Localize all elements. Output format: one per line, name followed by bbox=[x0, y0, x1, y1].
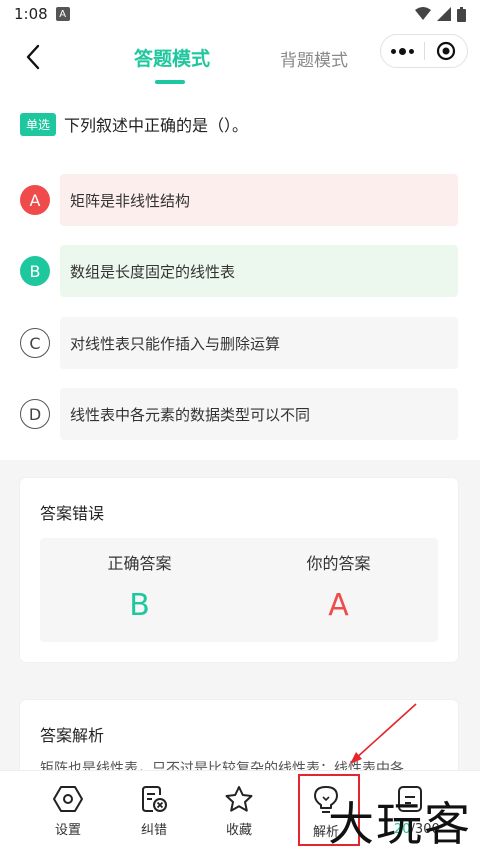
question-type-badge: 单选 bbox=[20, 112, 57, 136]
nav-bar: 答题模式 背题模式 bbox=[0, 28, 480, 88]
tab-answer-mode[interactable]: 答题模式 bbox=[126, 44, 218, 71]
question-text: 下列叙述中正确的是（）。 bbox=[64, 116, 249, 135]
annotation-arrow-icon bbox=[350, 703, 417, 764]
option-d[interactable]: D 线性表中各元素的数据类型可以不同 bbox=[20, 388, 458, 440]
your-answer-value: A bbox=[328, 588, 349, 623]
your-answer-column: 你的答案 A bbox=[239, 550, 438, 623]
status-bar: 1:08 A bbox=[0, 0, 480, 28]
watermark-text: 大玩客 bbox=[328, 797, 472, 851]
miniprogram-capsule bbox=[380, 34, 468, 68]
correct-answer-value: B bbox=[129, 588, 150, 623]
target-close-icon bbox=[436, 41, 456, 61]
option-text: 矩阵是非线性结构 bbox=[60, 174, 458, 226]
star-icon bbox=[225, 786, 253, 812]
app-notification-icon: A bbox=[55, 7, 70, 21]
option-c[interactable]: C 对线性表只能作插入与删除运算 bbox=[20, 317, 458, 369]
chevron-left-icon bbox=[26, 44, 40, 70]
your-answer-label: 你的答案 bbox=[306, 554, 371, 573]
report-error-label: 纠错 bbox=[140, 823, 167, 838]
settings-button[interactable]: 设置 bbox=[38, 785, 98, 838]
option-letter: A bbox=[20, 185, 50, 215]
favorite-button[interactable]: 收藏 bbox=[209, 785, 269, 838]
wifi-icon bbox=[415, 7, 431, 20]
more-dot-icon bbox=[391, 48, 396, 54]
more-dot-icon bbox=[399, 47, 406, 55]
report-error-button[interactable]: 纠错 bbox=[124, 785, 184, 838]
back-button[interactable] bbox=[18, 42, 48, 72]
question-header: 单选 下列叙述中正确的是（）。 bbox=[20, 112, 248, 136]
settings-label: 设置 bbox=[54, 823, 81, 838]
option-b[interactable]: B 数组是长度固定的线性表 bbox=[20, 245, 458, 297]
tab-recite-mode[interactable]: 背题模式 bbox=[268, 46, 360, 71]
signal-icon bbox=[437, 7, 451, 21]
option-text: 线性表中各元素的数据类型可以不同 bbox=[60, 388, 458, 440]
option-text: 数组是长度固定的线性表 bbox=[60, 245, 458, 297]
report-error-icon bbox=[142, 786, 167, 812]
result-card: 答案错误 正确答案 B 你的答案 A bbox=[20, 478, 458, 662]
correct-answer-label: 正确答案 bbox=[107, 554, 172, 573]
status-time: 1:08 bbox=[14, 5, 48, 23]
settings-hexagon-icon bbox=[53, 786, 83, 812]
result-title: 答案错误 bbox=[40, 504, 105, 523]
battery-icon bbox=[457, 6, 466, 22]
question-content: 单选 下列叙述中正确的是（）。 A 矩阵是非线性结构 B 数组是长度固定的线性表… bbox=[0, 88, 480, 770]
favorite-label: 收藏 bbox=[225, 823, 252, 838]
option-letter: B bbox=[20, 256, 50, 286]
option-text: 对线性表只能作插入与删除运算 bbox=[60, 317, 458, 369]
option-letter: D bbox=[20, 399, 50, 429]
answer-compare-panel: 正确答案 B 你的答案 A bbox=[40, 538, 438, 642]
more-button[interactable] bbox=[381, 47, 424, 55]
option-a[interactable]: A 矩阵是非线性结构 bbox=[20, 174, 458, 226]
correct-answer-column: 正确答案 B bbox=[40, 550, 239, 623]
close-miniprogram-button[interactable] bbox=[425, 41, 467, 61]
more-dot-icon bbox=[409, 48, 414, 54]
tab-active-indicator bbox=[155, 80, 185, 84]
option-letter: C bbox=[20, 328, 50, 358]
explanation-title: 答案解析 bbox=[40, 726, 105, 745]
